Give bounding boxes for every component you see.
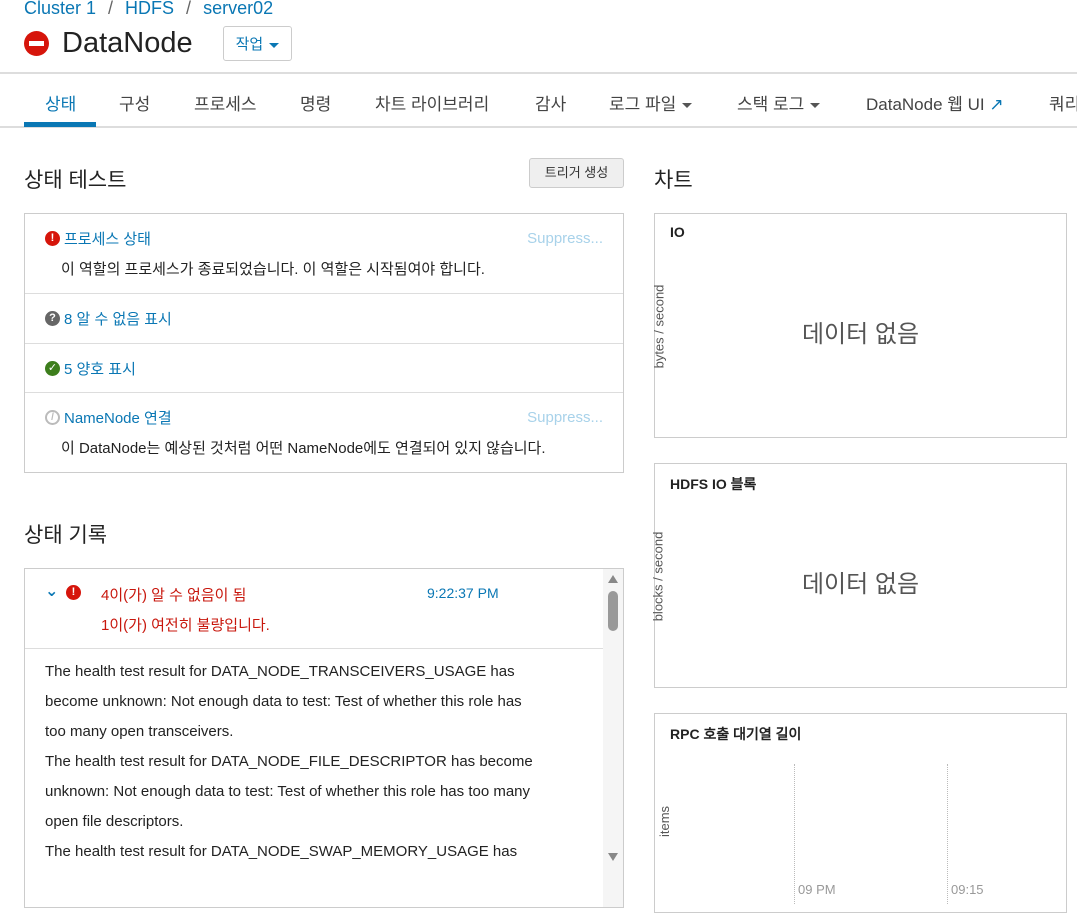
page-header: DataNode 작업 [24,26,293,61]
chart-ylabel: items [657,805,673,838]
no-data-text: 데이터 없음 [801,571,920,598]
scrollbar[interactable] [603,569,623,907]
test-description: 이 DataNode는 예상된 것처럼 어떤 NameNode에도 연결되어 있… [61,440,546,457]
suppress-link[interactable]: Suppress... [527,230,603,247]
breadcrumb-hdfs[interactable]: HDFS [125,0,174,18]
no-data-text: 데이터 없음 [801,321,920,348]
health-test-row: / NameNode 연결 Suppress... 이 DataNode는 예상된… [25,393,623,473]
chart-rpc-queue[interactable]: RPC 호출 대기열 길이 items 09 PM 09:15 [654,713,1067,913]
gridline [947,764,948,904]
breadcrumb-server[interactable]: server02 [203,0,273,18]
history-line: too many open transceivers. [45,723,234,740]
question-icon: ? [45,311,60,326]
chart-title: IO [670,224,685,240]
unknown-tests-link[interactable]: 8 알 수 없음 표시 [64,308,172,329]
disabled-icon: / [45,410,60,425]
caret-down-icon [810,103,821,109]
history-summary: 4이(가) 알 수 없음이 됨 [101,587,247,604]
caret-down-icon [682,103,693,109]
breadcrumb-cluster[interactable]: Cluster 1 [24,0,96,18]
charts-heading: 차트 [654,169,693,192]
stopped-status-icon [24,31,49,56]
x-tick-label: 09:15 [951,882,984,897]
chart-io[interactable]: IO bytes / second 데이터 없음 [651,213,1067,438]
breadcrumb: Cluster 1/HDFS / server02 [24,0,274,18]
caret-down-icon [269,42,280,48]
chart-hdfs-io-blocks[interactable]: HDFS IO 블록 blocks / second 데이터 없음 [650,463,1067,688]
health-history-panel: ⌄ ! 4이(가) 알 수 없음이 됨 1이(가) 여전히 불량입니다. 9:2… [24,568,624,908]
tab-audit[interactable]: 감사 [535,90,566,115]
tab-config[interactable]: 구성 [119,90,150,115]
health-tests-list: ! 프로세스 상태 Suppress... 이 역할의 프로세스가 종료되었습니다… [24,213,624,473]
history-line: open file descriptors. [45,813,184,830]
chart-title: HDFS IO 블록 [670,476,757,492]
health-test-row: ? 8 알 수 없음 표시 [25,294,623,344]
error-icon: ! [66,585,81,600]
tab-log-files-label: 로그 파일 [609,95,677,114]
gridline [794,764,795,904]
history-detail: 1이(가) 여전히 불량입니다. [101,617,270,634]
scroll-up-icon[interactable] [608,575,618,583]
test-description: 이 역할의 프로세스가 종료되었습니다. 이 역할은 시작됨여야 합니다. [61,261,485,278]
tab-log-files[interactable]: 로그 파일 [609,90,693,115]
actions-dropdown[interactable]: 작업 [222,26,293,61]
x-tick-label: 09 PM [798,882,836,897]
history-time: 9:22:37 PM [427,585,499,601]
health-history-heading: 상태 기록 [24,524,108,547]
active-tab-indicator [24,122,96,127]
history-line: become unknown: Not enough data to test:… [45,693,522,710]
history-line: The health test result for DATA_NODE_TRA… [45,663,515,680]
history-line: unknown: Not enough data to test: Test o… [45,783,531,800]
tab-processes[interactable]: 프로세스 [194,90,257,115]
tab-stack-logs[interactable]: 스택 로그 [737,90,821,115]
history-body: The health test result for DATA_NODE_TRA… [45,657,585,867]
tab-bar: 상태 구성 프로세스 명령 차트 라이브러리 감사 로그 파일 스택 로그 Da… [0,72,1077,128]
error-icon: ! [45,231,60,246]
health-test-row: ✓ 5 양호 표시 [25,344,623,393]
external-link-icon: ↗ [989,95,1004,114]
tab-status[interactable]: 상태 [45,90,76,115]
test-link[interactable]: 프로세스 상태 [64,228,151,249]
page-title: DataNode [62,27,193,59]
history-entry-header[interactable]: ⌄ ! 4이(가) 알 수 없음이 됨 1이(가) 여전히 불량입니다. 9:2… [25,569,603,649]
suppress-link[interactable]: Suppress... [527,409,603,426]
scroll-thumb[interactable] [608,591,618,631]
tab-commands[interactable]: 명령 [300,90,331,115]
tab-stack-logs-label: 스택 로그 [737,95,805,114]
check-icon: ✓ [45,361,60,376]
tab-queries[interactable]: 쿼리 [1049,90,1077,115]
actions-label: 작업 [235,36,264,53]
health-test-row: ! 프로세스 상태 Suppress... 이 역할의 프로세스가 종료되었습니다… [25,214,623,294]
test-link[interactable]: NameNode 연결 [64,407,172,428]
chevron-down-icon[interactable]: ⌄ [45,581,58,601]
tab-web-ui[interactable]: DataNode 웹 UI ↗ [866,90,1004,115]
chart-title: RPC 호출 대기열 길이 [670,726,802,742]
scroll-down-icon[interactable] [608,853,618,861]
health-tests-heading: 상태 테스트 [24,169,127,192]
history-line: The health test result for DATA_NODE_FIL… [45,753,533,770]
tab-web-ui-label: DataNode 웹 UI [866,95,985,114]
tab-chart-library[interactable]: 차트 라이브러리 [375,90,489,115]
history-line: The health test result for DATA_NODE_SWA… [45,843,518,860]
good-tests-link[interactable]: 5 양호 표시 [64,358,136,379]
create-trigger-button[interactable]: 트리거 생성 [529,158,624,188]
